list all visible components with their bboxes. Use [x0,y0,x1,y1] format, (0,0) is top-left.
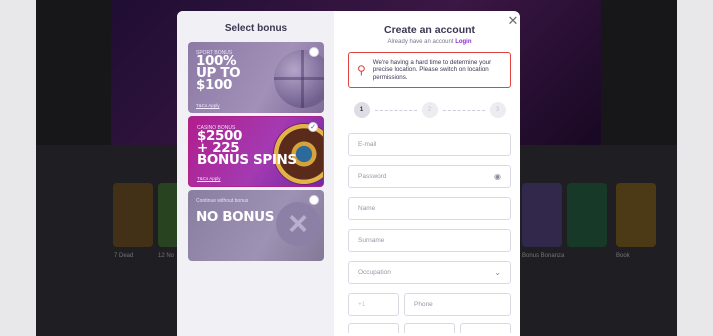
phone-row: +1 Phone [348,293,511,316]
step-indicator: 1 2 3 [348,102,511,118]
day-select[interactable] [348,323,399,333]
form-title: Create an account [383,24,476,36]
sport-bonus-card[interactable]: SPORT BONUS 100% UP TO $100 T&Cs Apply [188,42,324,113]
chevron-down-icon: ⌄ [494,268,501,277]
occupation-select[interactable]: Occupation ⌄ [348,261,511,284]
bonus-radio[interactable] [309,47,319,57]
password-field[interactable]: Password ◉ [348,165,511,188]
bonus-panel: Select bonus SPORT BONUS 100% UP TO $100… [177,11,334,336]
month-select[interactable] [404,323,455,333]
step-2: 2 [421,102,438,118]
bonus-headline: 100% UP TO $100 [196,53,241,93]
bonus-panel-title: Select bonus [224,23,288,34]
terms-link[interactable]: T&Cs Apply [197,176,221,181]
year-select[interactable] [460,323,511,333]
location-pin-icon: ⚲ [357,63,366,77]
x-mark-icon: × [276,202,320,246]
register-modal: Select bonus SPORT BONUS 100% UP TO $100… [177,11,520,336]
location-alert: ⚲ We're having a hard time to determine … [348,52,511,88]
surname-field[interactable]: Surname [348,229,511,252]
login-prompt: Already have an account Login [387,39,472,45]
bonus-headline: NO BONUS [196,209,275,225]
step-divider [374,109,417,111]
check-icon[interactable]: ✓ [308,122,318,132]
login-link[interactable]: Login [455,39,471,45]
bonus-headline: $2500 + 225 BONUS SPINS [197,128,297,168]
close-icon[interactable]: ✕ [507,14,519,27]
no-bonus-card[interactable]: × Continue without bonus NO BONUS [188,190,324,261]
phone-field[interactable]: Phone [404,293,511,316]
bonus-radio[interactable] [309,195,319,205]
name-field[interactable]: Name [348,197,511,220]
casino-bonus-card[interactable]: CASINO BONUS $2500 + 225 BONUS SPINS T&C… [188,116,324,187]
eye-icon[interactable]: ◉ [494,172,501,181]
date-row [348,323,511,333]
account-form-panel: ✕ Create an account Already have an acco… [334,11,520,336]
step-1: 1 [353,102,370,118]
alert-message: We're having a hard time to determine yo… [372,58,492,81]
step-3: 3 [489,102,506,118]
terms-link[interactable]: T&Cs Apply [196,103,220,108]
email-field[interactable]: E-mail [348,133,511,156]
step-divider [442,109,485,111]
basketball-icon [274,50,324,108]
bonus-type-label: Continue without bonus [196,198,249,204]
country-code-field[interactable]: +1 [348,293,399,316]
